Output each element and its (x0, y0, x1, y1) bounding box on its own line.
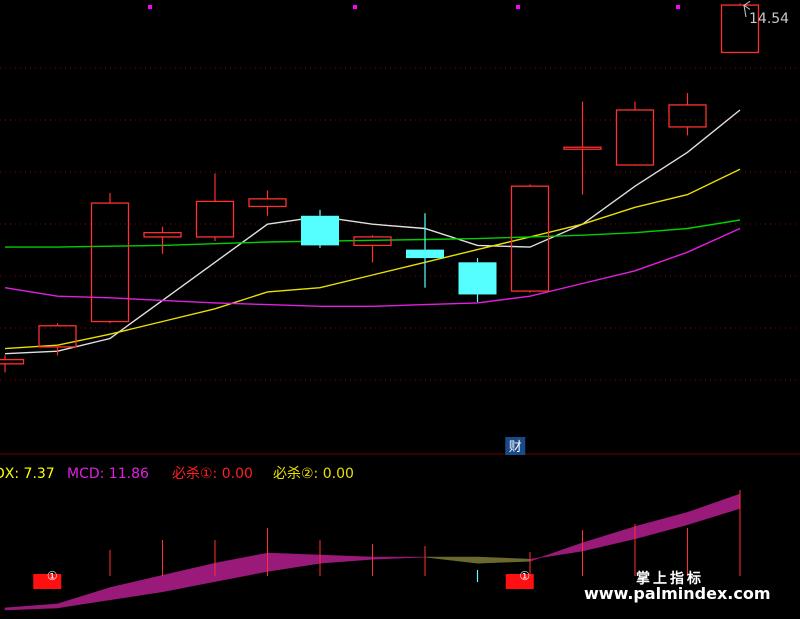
indicator-ribbon (424, 556, 478, 564)
indicator-ribbon (319, 554, 373, 564)
indicator-ribbon (634, 512, 688, 540)
candle-body (668, 104, 707, 128)
price-pointer (743, 5, 747, 18)
candle-body (510, 185, 550, 292)
indicator-ribbon (57, 587, 111, 609)
chart-stage: 14.54 财 DX: 7.37 MCD: 11.86 必杀①: 0.00 必杀②: 0.… (0, 0, 800, 619)
candle-body (90, 202, 130, 323)
indicator-legend-1: DX: 7.37 (0, 466, 55, 482)
event-badge: 财 (509, 440, 522, 455)
indicator-ribbon (582, 526, 636, 552)
indicator-ribbon (529, 542, 583, 562)
stock-chart: 14.54 财 DX: 7.37 MCD: 11.86 必杀①: 0.00 必杀②: 0.… (0, 0, 800, 611)
ma-line-1 (4, 109, 741, 355)
price-label: 14.54 (749, 11, 789, 27)
candle-body (0, 358, 25, 365)
indicator-legend-4: 必杀②: 0.00 (273, 466, 354, 482)
candle-body (406, 249, 444, 259)
indicator-ribbon (267, 552, 321, 572)
indicator-ribbon (162, 562, 216, 593)
watermark-url: www.palmindex.com (584, 584, 771, 603)
candle-body (301, 215, 339, 246)
signal-mark: ① (47, 569, 58, 583)
indicator-legend-2: MCD: 11.86 (67, 466, 149, 482)
top-marker (353, 5, 357, 9)
top-marker (516, 5, 520, 9)
indicator-ribbon (477, 556, 531, 564)
indicator-ribbon (109, 575, 163, 601)
candle-body (38, 325, 77, 348)
candle-body (563, 146, 602, 150)
indicator-legend-3: 必杀①: 0.00 (172, 466, 253, 482)
indicator-ribbon (4, 603, 58, 611)
candle-body (195, 200, 235, 238)
top-marker (148, 5, 152, 9)
indicator-ribbon (214, 552, 268, 582)
indicator-ribbon (372, 556, 426, 560)
top-marker (676, 5, 680, 9)
indicator-ribbon (687, 493, 741, 526)
candle-body (615, 109, 655, 166)
candle-body (143, 232, 182, 238)
candle-body (248, 198, 287, 208)
candle-body (458, 262, 497, 295)
signal-mark: ① (519, 569, 530, 583)
